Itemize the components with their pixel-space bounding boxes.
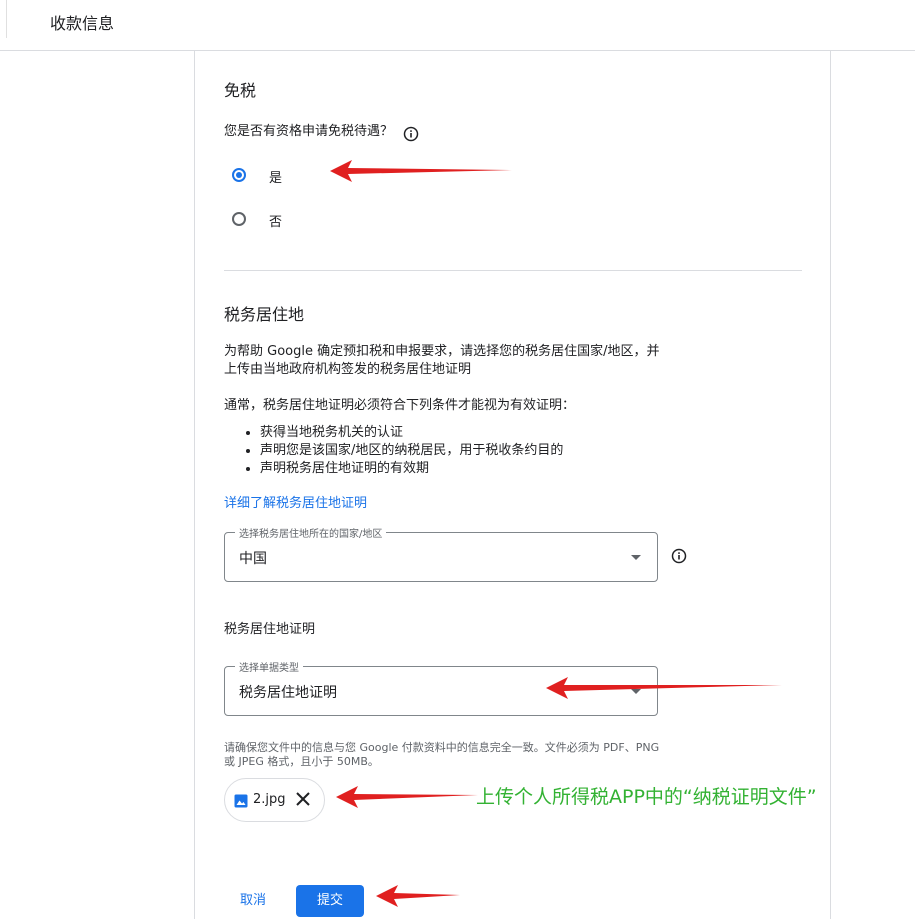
annotation-arrows (330, 160, 782, 907)
annotation-arrow (336, 786, 478, 808)
annotation-arrow (376, 885, 460, 907)
annotation-arrow (546, 677, 782, 699)
annotation-arrow (330, 160, 512, 182)
